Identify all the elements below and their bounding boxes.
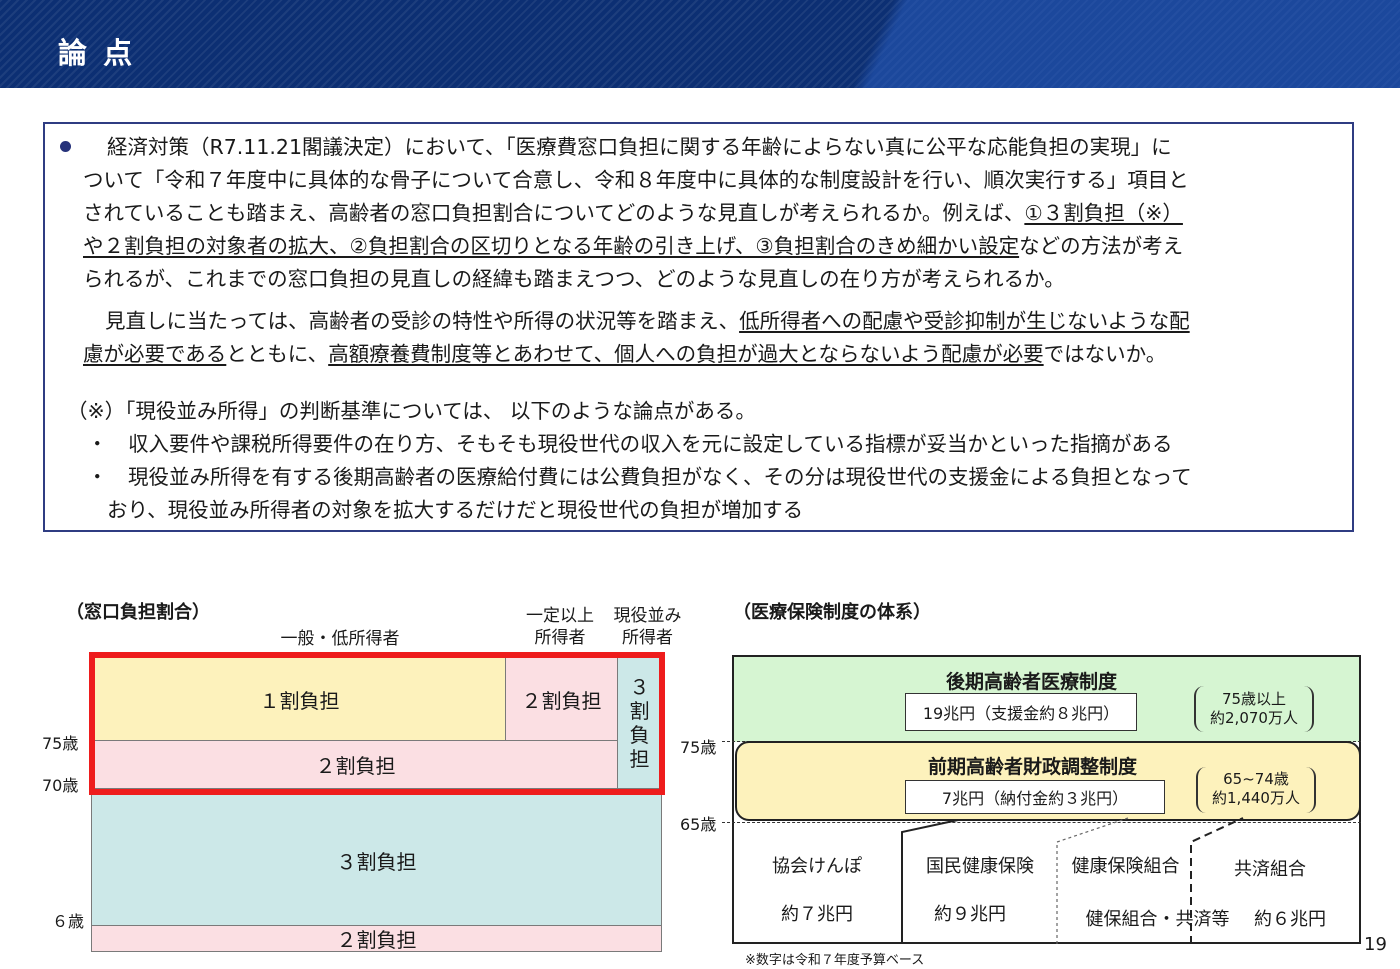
- plan-kenpo-name: 健康保険組合: [1071, 856, 1180, 877]
- plan-kyokai-name: 協会けんぽ: [772, 856, 862, 877]
- page-number: 19: [1364, 934, 1387, 955]
- plan-kokuho-name: 国民健康保険: [926, 856, 1034, 877]
- plan-kenpo-amount: 健保組合・共済等: [1085, 909, 1230, 930]
- footnote: ※数字は令和７年度予算ベース: [745, 953, 925, 968]
- plan-kyosai-name: 共済組合: [1234, 859, 1306, 880]
- plan-kyosai-amount: 約６兆円: [1254, 909, 1326, 930]
- plan-dividers: [901, 817, 1244, 944]
- plan-kyokai-amount: 約７兆円: [781, 904, 853, 925]
- plan-kokuho-amount: 約９兆円: [934, 904, 1006, 925]
